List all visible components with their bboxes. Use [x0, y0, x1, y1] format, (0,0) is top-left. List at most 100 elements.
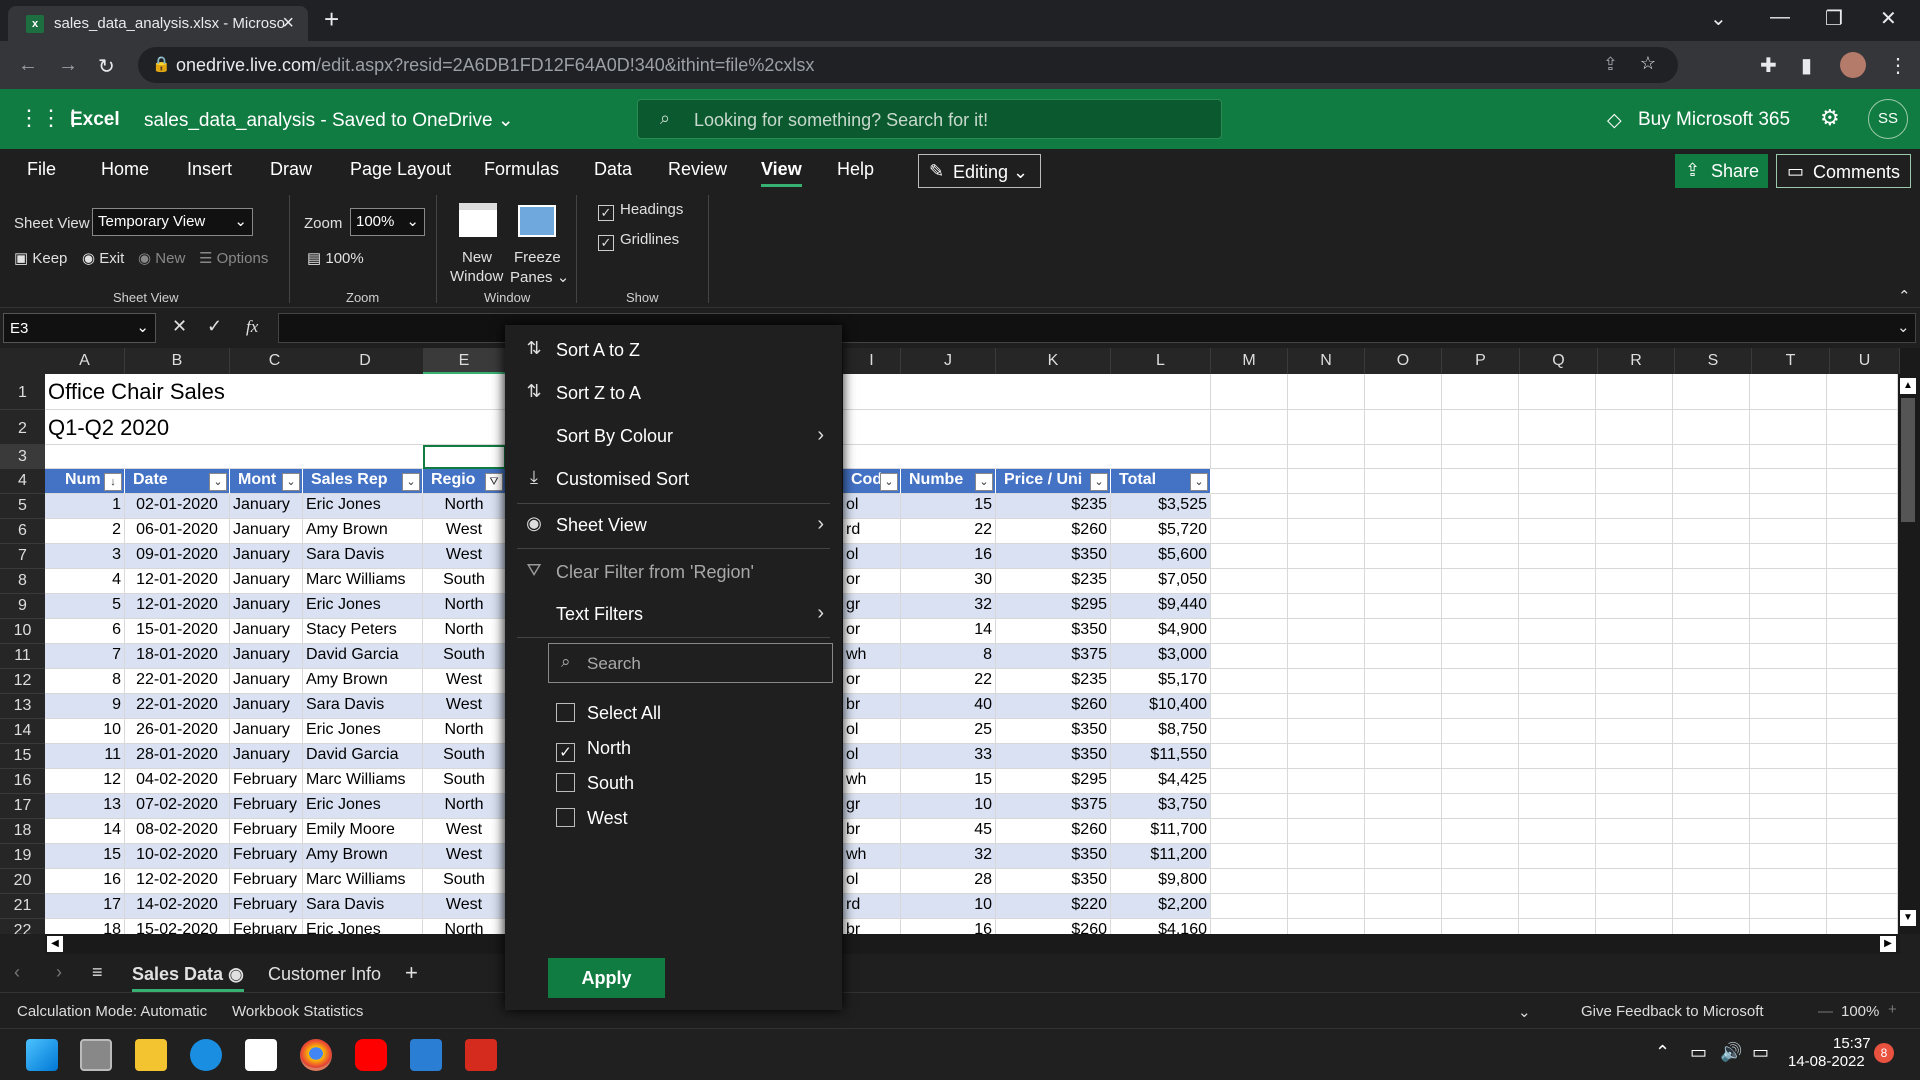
- tab-review[interactable]: Review: [668, 159, 727, 180]
- cell[interactable]: [1211, 719, 1288, 744]
- table-cell[interactable]: $2,200: [1111, 894, 1211, 919]
- cell[interactable]: [1365, 594, 1442, 619]
- table-cell[interactable]: 15: [901, 494, 996, 519]
- collapse-ribbon-icon[interactable]: ⌃: [1898, 287, 1911, 305]
- table-header[interactable]: Total ⌄: [1111, 469, 1211, 494]
- column-header[interactable]: Q: [1520, 348, 1598, 374]
- cell[interactable]: [1519, 569, 1596, 594]
- filter-dropdown-icon[interactable]: ⌄: [402, 473, 420, 491]
- table-cell[interactable]: 07-02-2020: [125, 794, 230, 819]
- west-checkbox[interactable]: West: [556, 808, 628, 829]
- table-cell[interactable]: Eric Jones: [303, 719, 423, 744]
- table-cell[interactable]: 09-01-2020: [125, 544, 230, 569]
- cell[interactable]: [1519, 894, 1596, 919]
- table-cell[interactable]: Marc Williams: [303, 569, 423, 594]
- cell[interactable]: [1596, 644, 1673, 669]
- clock-time[interactable]: 15:37: [1833, 1035, 1871, 1052]
- cell[interactable]: [1365, 919, 1442, 934]
- cell[interactable]: [1596, 569, 1673, 594]
- cell[interactable]: [1288, 819, 1365, 844]
- row-header[interactable]: 14: [0, 719, 45, 744]
- cell[interactable]: [1596, 894, 1673, 919]
- sheet-tab-customer-info[interactable]: Customer Info: [268, 964, 381, 985]
- cell[interactable]: [1442, 919, 1519, 934]
- cell[interactable]: [1827, 819, 1898, 844]
- cell[interactable]: [1750, 919, 1827, 934]
- table-cell[interactable]: Sara Davis: [303, 894, 423, 919]
- table-cell[interactable]: 08-02-2020: [125, 819, 230, 844]
- cell[interactable]: [1442, 869, 1519, 894]
- cell[interactable]: [1673, 519, 1750, 544]
- filter-search-input[interactable]: ⌕ Search: [548, 643, 833, 683]
- table-cell[interactable]: 22-01-2020: [125, 669, 230, 694]
- clock-date[interactable]: 14-08-2022: [1788, 1053, 1865, 1070]
- row-header[interactable]: 16: [0, 769, 45, 794]
- cell[interactable]: [1827, 744, 1898, 769]
- table-cell[interactable]: $375: [996, 644, 1111, 669]
- cell[interactable]: [1365, 669, 1442, 694]
- table-cell[interactable]: $3,000: [1111, 644, 1211, 669]
- row-header[interactable]: 2: [0, 410, 45, 445]
- cell[interactable]: [1211, 445, 1288, 469]
- cell[interactable]: [1596, 919, 1673, 934]
- cell[interactable]: [1211, 919, 1288, 934]
- cell[interactable]: [1673, 894, 1750, 919]
- headings-checkbox[interactable]: ✓ Headings: [598, 201, 683, 221]
- cell[interactable]: [1827, 894, 1898, 919]
- cell[interactable]: [1211, 669, 1288, 694]
- table-cell[interactable]: North: [423, 494, 506, 519]
- bookmark-star-icon[interactable]: ☆: [1640, 53, 1656, 74]
- cell[interactable]: [1673, 644, 1750, 669]
- row-header[interactable]: 19: [0, 844, 45, 869]
- cell[interactable]: [1519, 494, 1596, 519]
- table-cell[interactable]: North: [423, 794, 506, 819]
- workbook-statistics-link[interactable]: Workbook Statistics: [232, 1003, 363, 1020]
- table-cell[interactable]: West: [423, 819, 506, 844]
- table-cell[interactable]: wh: [843, 844, 901, 869]
- network-icon[interactable]: ▭: [1690, 1042, 1707, 1063]
- table-cell[interactable]: 15: [901, 769, 996, 794]
- table-cell[interactable]: 10: [45, 719, 125, 744]
- table-cell[interactable]: $235: [996, 669, 1111, 694]
- cell[interactable]: [1211, 619, 1288, 644]
- table-cell[interactable]: Sara Davis: [303, 544, 423, 569]
- column-header[interactable]: S: [1675, 348, 1752, 374]
- cell[interactable]: [1750, 469, 1827, 494]
- cell[interactable]: [1750, 619, 1827, 644]
- cell[interactable]: [1827, 544, 1898, 569]
- cell[interactable]: [1288, 594, 1365, 619]
- zoom-level[interactable]: 100%: [1841, 1003, 1879, 1020]
- cell[interactable]: [1519, 594, 1596, 619]
- cell[interactable]: [1442, 519, 1519, 544]
- table-cell[interactable]: $260: [996, 519, 1111, 544]
- table-cell[interactable]: 15-01-2020: [125, 619, 230, 644]
- cell[interactable]: [1442, 719, 1519, 744]
- table-cell[interactable]: North: [423, 619, 506, 644]
- cell[interactable]: [1827, 794, 1898, 819]
- cell[interactable]: [1596, 744, 1673, 769]
- cancel-icon[interactable]: ✕: [172, 316, 187, 337]
- forward-icon[interactable]: →: [58, 54, 78, 77]
- vertical-scrollbar[interactable]: ▲ ▼: [1898, 374, 1918, 934]
- table-cell[interactable]: February: [230, 794, 303, 819]
- cell[interactable]: [1519, 410, 1596, 445]
- cell[interactable]: [1673, 410, 1750, 445]
- table-cell[interactable]: February: [230, 919, 303, 934]
- cell[interactable]: [1365, 374, 1442, 410]
- table-cell[interactable]: 18-01-2020: [125, 644, 230, 669]
- document-title[interactable]: sales_data_analysis - Saved to OneDrive …: [144, 109, 514, 132]
- cell[interactable]: [1750, 374, 1827, 410]
- table-header[interactable]: Sales Rep ⌄: [303, 469, 423, 494]
- table-cell[interactable]: January: [230, 694, 303, 719]
- tab-search-icon[interactable]: ⌄: [1710, 6, 1727, 31]
- table-cell[interactable]: 8: [901, 644, 996, 669]
- cell[interactable]: [1596, 869, 1673, 894]
- scroll-thumb[interactable]: [1901, 398, 1915, 522]
- table-cell[interactable]: 16: [901, 919, 996, 934]
- cell[interactable]: [1519, 669, 1596, 694]
- row-header[interactable]: 8: [0, 569, 45, 594]
- cell[interactable]: [1673, 445, 1750, 469]
- table-cell[interactable]: $235: [996, 494, 1111, 519]
- start-icon[interactable]: [26, 1039, 58, 1071]
- expand-formula-icon[interactable]: ⌄: [1897, 318, 1910, 336]
